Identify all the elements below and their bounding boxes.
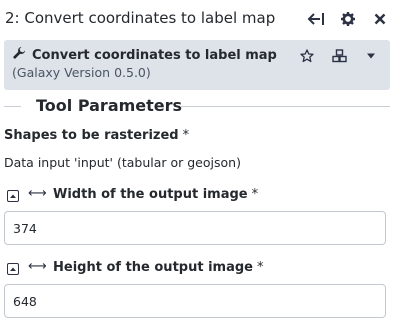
tool-version: (Galaxy Version 0.5.0) bbox=[12, 65, 151, 80]
arrows-horizontal-icon[interactable]: ⟷ bbox=[28, 259, 47, 274]
section-title: Tool Parameters bbox=[36, 96, 183, 115]
shapes-input-value: Data input 'input' (tabular or geojson) bbox=[4, 155, 241, 170]
cubes-icon[interactable] bbox=[330, 48, 348, 64]
required-marker: * bbox=[256, 260, 264, 275]
panel-title-bar: 2: Convert coordinates to label map bbox=[0, 0, 398, 36]
tool-name-row: Convert coordinates to label map bbox=[12, 46, 277, 64]
tool-header-actions bbox=[298, 48, 380, 64]
section-divider-right bbox=[180, 106, 390, 107]
section-divider-left bbox=[4, 106, 21, 107]
shapes-label-text: Shapes to be rasterized bbox=[4, 128, 179, 143]
panel-title: 2: Convert coordinates to label map bbox=[5, 9, 276, 27]
star-icon[interactable] bbox=[298, 48, 316, 64]
width-label-text: Width of the output image bbox=[53, 187, 248, 202]
width-input[interactable] bbox=[4, 211, 386, 245]
required-marker: * bbox=[251, 187, 259, 202]
panel-title-actions bbox=[300, 10, 396, 28]
required-marker: * bbox=[182, 128, 190, 143]
close-icon[interactable] bbox=[364, 10, 396, 28]
width-param-label: Width of the output image * bbox=[53, 187, 258, 202]
caret-down-icon[interactable] bbox=[362, 48, 380, 64]
caret-up-icon bbox=[10, 194, 16, 198]
height-label-text: Height of the output image bbox=[53, 260, 253, 275]
collapse-left-icon[interactable] bbox=[300, 10, 332, 28]
tool-header: Convert coordinates to label map (Galaxy… bbox=[4, 40, 390, 90]
arrows-horizontal-icon[interactable]: ⟷ bbox=[28, 186, 47, 201]
height-input[interactable] bbox=[4, 284, 386, 318]
gear-icon[interactable] bbox=[332, 10, 364, 28]
caret-up-icon bbox=[10, 267, 16, 271]
collapse-toggle-width[interactable] bbox=[7, 190, 19, 202]
tool-name: Convert coordinates to label map bbox=[32, 47, 277, 63]
height-param-label: Height of the output image * bbox=[53, 260, 263, 275]
shapes-param-label: Shapes to be rasterized * bbox=[4, 128, 189, 143]
wrench-icon bbox=[12, 46, 26, 64]
collapse-toggle-height[interactable] bbox=[7, 263, 19, 275]
